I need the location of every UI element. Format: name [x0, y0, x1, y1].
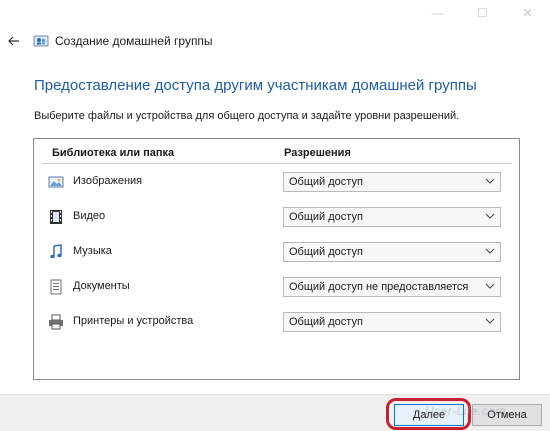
close-button[interactable]: ✕ — [505, 0, 550, 26]
music-icon — [50, 244, 62, 259]
permission-select[interactable]: Общий доступ — [283, 242, 501, 262]
permission-value: Общий доступ — [289, 316, 363, 328]
chevron-down-icon — [485, 248, 495, 254]
permission-value: Общий доступ — [289, 211, 363, 223]
header-divider — [42, 163, 512, 164]
chevron-down-icon — [485, 213, 495, 219]
window-controls: — ☐ ✕ — [415, 0, 550, 26]
chevron-down-icon — [485, 283, 495, 289]
titlebar: Создание домашней группы — [0, 27, 550, 55]
minimize-button[interactable]: — — [415, 0, 460, 26]
video-icon — [50, 210, 62, 224]
window-title: Создание домашней группы — [55, 34, 213, 48]
watermark: User-Life.com — [425, 404, 506, 418]
column-header-permissions: Разрешения — [284, 147, 351, 159]
homegroup-icon — [33, 35, 49, 47]
chevron-down-icon — [485, 178, 495, 184]
row-label: Видео — [73, 210, 106, 222]
row-label: Изображения — [73, 175, 143, 187]
row-label: Музыка — [73, 245, 112, 257]
permission-value: Общий доступ не предоставляется — [289, 281, 469, 293]
permission-select[interactable]: Общий доступ — [283, 312, 501, 332]
table-row: Документы Общий доступ не предоставляетс… — [34, 277, 519, 297]
printer-icon — [49, 314, 63, 330]
row-label: Принтеры и устройства — [73, 315, 194, 327]
permission-value: Общий доступ — [289, 176, 363, 188]
table-row: Видео Общий доступ — [34, 207, 519, 227]
row-label: Документы — [73, 280, 130, 292]
table-row: Изображения Общий доступ — [34, 172, 519, 192]
documents-icon — [50, 279, 62, 295]
arrow-left-icon — [8, 36, 19, 46]
pictures-icon — [48, 176, 64, 188]
permission-value: Общий доступ — [289, 246, 363, 258]
maximize-button[interactable]: ☐ — [460, 0, 505, 26]
column-header-library: Библиотека или папка — [52, 147, 175, 159]
sharing-table: Библиотека или папка Разрешения Изображе… — [33, 138, 520, 380]
chevron-down-icon — [485, 318, 495, 324]
permission-select[interactable]: Общий доступ — [283, 207, 501, 227]
permission-select[interactable]: Общий доступ — [283, 172, 501, 192]
back-button[interactable] — [3, 30, 25, 52]
page-heading: Предоставление доступа другим участникам… — [34, 77, 477, 94]
page-description: Выберите файлы и устройства для общего д… — [34, 110, 460, 122]
table-row: Принтеры и устройства Общий доступ — [34, 312, 519, 332]
table-row: Музыка Общий доступ — [34, 242, 519, 262]
permission-select[interactable]: Общий доступ не предоставляется — [283, 277, 501, 297]
